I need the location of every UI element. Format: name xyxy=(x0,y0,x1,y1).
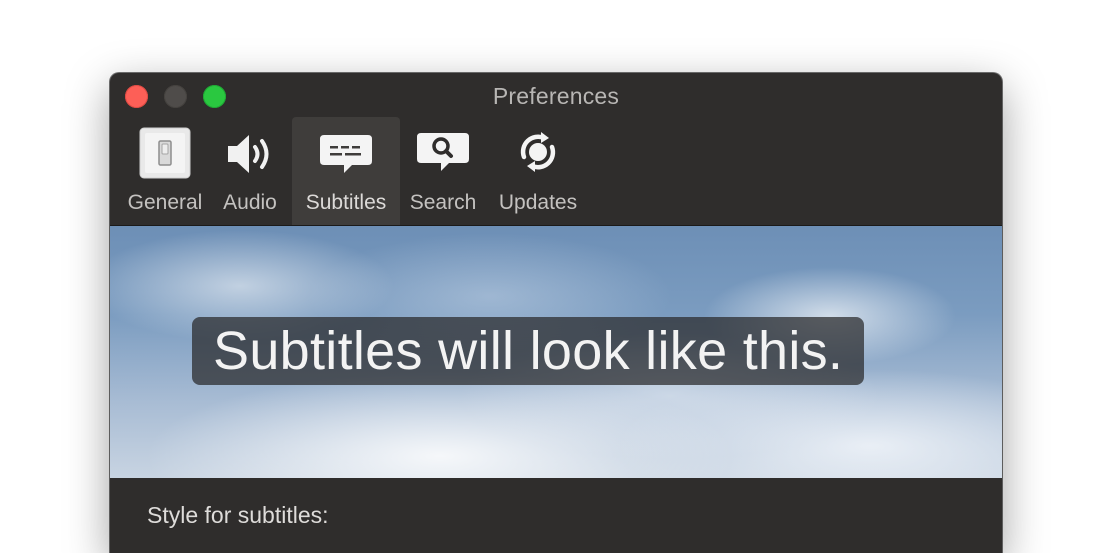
search-bubble-icon xyxy=(415,127,471,181)
tab-search[interactable]: Search xyxy=(406,117,480,225)
speaker-icon xyxy=(222,127,278,181)
subtitles-bubble-icon xyxy=(318,127,374,181)
tab-general[interactable]: General xyxy=(122,117,208,225)
subtitle-sample-text: Subtitles will look like this. xyxy=(192,317,865,385)
tab-audio[interactable]: Audio xyxy=(216,117,284,225)
style-for-subtitles-label: Style for subtitles: xyxy=(147,502,329,528)
title-bar[interactable]: Preferences xyxy=(110,73,1002,119)
tab-updates[interactable]: Updates xyxy=(492,117,584,225)
window-title: Preferences xyxy=(492,83,620,109)
general-switch-icon xyxy=(137,127,193,181)
tab-subtitles[interactable]: Subtitles xyxy=(292,117,400,225)
subtitle-settings-panel: Style for subtitles: xyxy=(110,478,1002,553)
tab-search-label: Search xyxy=(409,191,477,214)
tab-updates-label: Updates xyxy=(498,191,578,214)
sync-icon xyxy=(510,127,566,181)
tab-subtitles-label: Subtitles xyxy=(305,191,387,214)
preferences-toolbar: General Audio Subtitles Search Updates xyxy=(110,117,1002,226)
tab-general-label: General xyxy=(127,191,203,214)
preferences-window: Preferences General Audio Subtitles Sear… xyxy=(110,73,1002,553)
tab-audio-label: Audio xyxy=(223,191,277,214)
subtitle-preview: Subtitles will look like this. xyxy=(110,226,1002,478)
